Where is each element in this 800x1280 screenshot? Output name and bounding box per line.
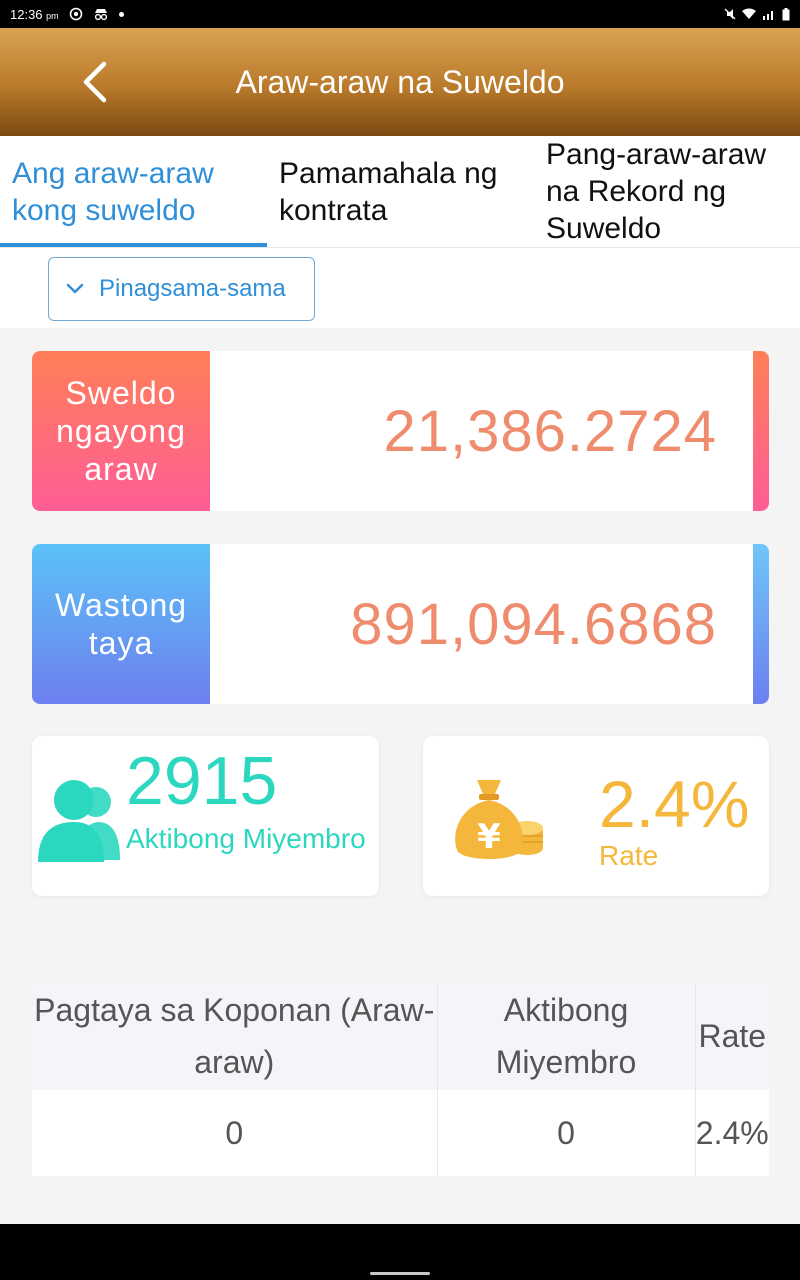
bet-card-edge: [753, 544, 769, 704]
tab-daily-salary[interactable]: Ang araw-araw kong suweldo: [0, 136, 267, 247]
valid-bet-label: Wastong taya: [32, 544, 210, 704]
cell-team-bet: 0: [32, 1090, 438, 1176]
table-row: 0 0 2.4%: [32, 1090, 769, 1176]
battery-icon: [782, 7, 790, 20]
valid-bet-value: 891,094.6868: [350, 591, 717, 657]
active-members-card: 2915 Aktibong Miyembro: [32, 736, 379, 896]
salary-card-edge: [753, 351, 769, 511]
system-nav-bar: [0, 1224, 800, 1280]
signal-icon: [763, 11, 773, 20]
home-gesture-handle[interactable]: [370, 1272, 430, 1275]
dropdown-selected-value: Pinagsama-sama: [99, 275, 286, 302]
active-members-label: Aktibong Miyembro: [126, 823, 366, 854]
wifi-icon: [742, 8, 756, 19]
column-header-team-bet: Pagtaya sa Koponan (Araw-araw): [32, 982, 438, 1090]
mute-icon: [724, 8, 736, 20]
table-header-row: Pagtaya sa Koponan (Araw-araw) Aktibong …: [32, 982, 769, 1090]
page-title: Araw-araw na Suweldo: [235, 63, 565, 100]
salary-today-card: Sweldo ngayong araw 21,386.2724: [32, 351, 769, 511]
back-button[interactable]: [70, 56, 118, 108]
tab-contract-management[interactable]: Pamamahala ng kontrata: [267, 136, 534, 247]
svg-text:¥: ¥: [477, 817, 501, 857]
chevron-down-icon: [66, 283, 84, 294]
salary-today-label: Sweldo ngayong araw: [32, 351, 210, 511]
status-bar: 12:36 pm: [0, 0, 800, 28]
column-header-rate: Rate: [698, 1018, 767, 1054]
incognito-icon: [94, 9, 107, 21]
column-header-active-members: Aktibong Miyembro: [437, 982, 696, 1090]
salary-today-value: 21,386.2724: [383, 398, 717, 464]
filter-bar: Pinagsama-sama: [0, 248, 800, 328]
status-time: 12:36 pm: [10, 6, 59, 22]
chevron-left-icon: [83, 61, 107, 103]
rate-value: 2.4%: [599, 767, 750, 841]
tab-bar: Ang araw-araw kong suweldo Pamamahala ng…: [0, 136, 800, 248]
money-bag-icon: ¥: [455, 780, 543, 859]
users-icon: [38, 780, 120, 862]
cell-rate: 2.4%: [695, 1114, 769, 1151]
record-icon: [69, 7, 82, 21]
valid-bet-card: Wastong taya 891,094.6868: [32, 544, 769, 704]
rate-card: ¥ 2.4% Rate: [423, 736, 769, 896]
notification-dot-icon: [118, 11, 124, 17]
app-header: Araw-araw na Suweldo: [0, 28, 800, 136]
cell-active-members: 0: [437, 1090, 696, 1176]
aggregate-dropdown[interactable]: Pinagsama-sama: [48, 257, 315, 321]
team-bet-table: Pagtaya sa Koponan (Araw-araw) Aktibong …: [32, 982, 769, 1176]
tab-daily-salary-record[interactable]: Pang-araw-araw na Rekord ng Suweldo: [534, 136, 800, 247]
rate-label: Rate: [599, 840, 659, 871]
active-members-value: 2915: [126, 743, 278, 819]
